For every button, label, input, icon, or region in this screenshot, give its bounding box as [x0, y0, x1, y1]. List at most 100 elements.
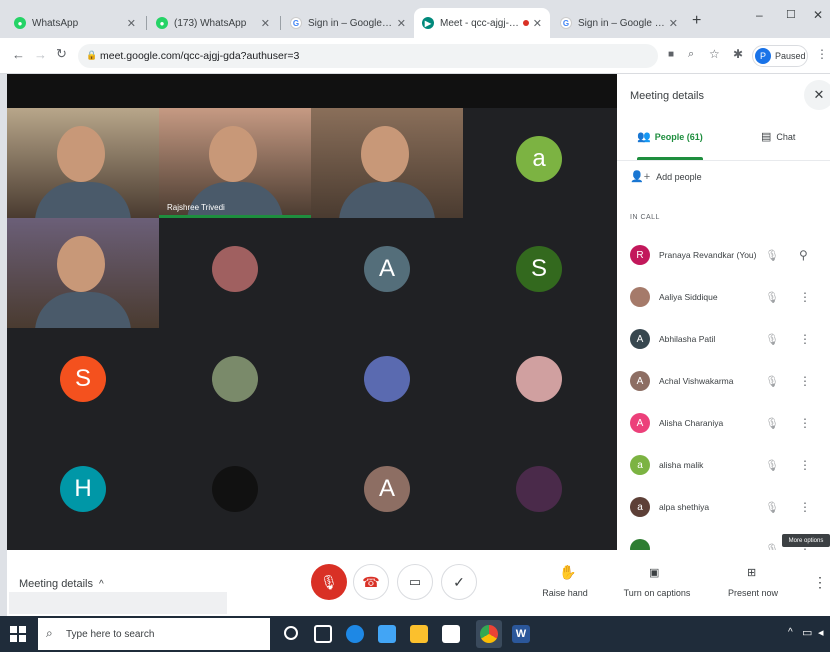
raise-hand-label[interactable]: Raise hand — [533, 588, 597, 598]
bookmark-star-icon[interactable]: ☆ — [709, 47, 720, 61]
close-icon[interactable]: ✕ — [669, 17, 678, 30]
check-button[interactable]: ✓ — [441, 564, 477, 600]
edge-icon[interactable] — [346, 625, 364, 643]
participant-row[interactable]: R Pranaya Revandkar (You) 🎙 ⚲ — [617, 234, 830, 276]
participant-row[interactable]: a alpa shethiya 🎙 ⋮ — [617, 486, 830, 528]
mic-off-button[interactable]: 🎙 — [311, 564, 347, 600]
file-explorer-icon[interactable] — [410, 625, 428, 643]
tab-whatsapp[interactable]: ● WhatsApp ✕ — [6, 8, 144, 38]
participant-tile[interactable] — [159, 328, 311, 438]
participant-row[interactable]: a alisha malik 🎙 ⋮ — [617, 444, 830, 486]
more-options-icon[interactable]: ⋮ — [813, 574, 827, 591]
avatar: A — [630, 329, 650, 349]
close-icon[interactable]: ✕ — [533, 17, 542, 30]
participant-tile[interactable]: a — [463, 108, 615, 218]
add-people-button[interactable]: 👤+ Add people — [630, 170, 702, 183]
store-icon[interactable] — [442, 625, 460, 643]
captions-label[interactable]: Turn on captions — [619, 588, 695, 598]
avatar: a — [630, 497, 650, 517]
participant-name: Aaliya Siddique — [659, 292, 718, 302]
more-options-icon[interactable]: ⋮ — [799, 416, 811, 430]
participant-row[interactable]: A Abhilasha Patil 🎙 ⋮ — [617, 318, 830, 360]
participant-tile[interactable]: Rajshree Trivedi — [159, 108, 311, 218]
participant-tile[interactable] — [7, 108, 159, 218]
tab-divider — [280, 16, 281, 30]
participant-tile[interactable] — [159, 218, 311, 328]
new-tab-button[interactable]: + — [692, 12, 701, 30]
extensions-icon[interactable]: ✱ — [733, 47, 743, 61]
address-bar[interactable]: 🔒 meet.google.com/qcc-ajgj-gda?authuser=… — [78, 44, 658, 68]
close-icon[interactable]: ✕ — [127, 17, 136, 30]
participant-name: Achal Vishwakarma — [659, 376, 734, 386]
task-view-icon[interactable] — [314, 625, 332, 643]
tab-meet[interactable]: ▶ Meet - qcc-ajgj-gda ✕ — [414, 8, 550, 38]
more-options-icon[interactable]: ⋮ — [799, 290, 811, 304]
close-panel-button[interactable]: ✕ — [804, 80, 830, 110]
present-icon[interactable]: ⊞ — [747, 566, 756, 579]
participant-name: alpa shethiya — [659, 502, 710, 512]
participant-tile[interactable] — [311, 328, 463, 438]
more-options-icon[interactable]: ⋮ — [799, 458, 811, 472]
profile-button[interactable]: P Paused — [752, 45, 808, 67]
participant-video-body — [339, 182, 435, 218]
raise-hand-icon[interactable]: ✋ — [559, 564, 576, 581]
participant-tile[interactable]: S — [7, 328, 159, 438]
participant-avatar: H — [60, 466, 106, 512]
window-close-button[interactable]: ✕ — [813, 8, 823, 22]
mail-icon[interactable] — [378, 625, 396, 643]
participant-row[interactable]: A Alisha Charaniya 🎙 ⋮ — [617, 402, 830, 444]
tab-chat[interactable]: ▤ Chat — [761, 130, 795, 143]
pin-icon[interactable]: ⚲ — [799, 248, 808, 262]
forward-arrow-icon[interactable]: → — [34, 47, 47, 62]
meeting-details-button[interactable]: Meeting details ^ — [19, 578, 104, 590]
back-arrow-icon[interactable]: ← — [12, 47, 25, 62]
close-icon[interactable]: ✕ — [397, 17, 406, 30]
minimize-button[interactable]: – — [756, 8, 763, 22]
camera-button[interactable]: ▭ — [397, 564, 433, 600]
word-icon[interactable]: W — [512, 625, 530, 643]
network-icon[interactable]: ▭ — [802, 626, 812, 639]
participant-tile[interactable]: A — [311, 218, 463, 328]
participant-row[interactable]: Aaliya Siddique 🎙 ⋮ — [617, 276, 830, 318]
captions-icon[interactable]: ▣ — [649, 566, 659, 579]
tab-label: Sign in – Google accounts — [308, 17, 393, 29]
participant-tile[interactable]: S — [463, 218, 615, 328]
participant-tile[interactable] — [463, 438, 615, 548]
tab-google-signin[interactable]: G Sign in – Google accounts ✕ — [282, 8, 414, 38]
participant-video — [57, 126, 105, 182]
participant-tile[interactable] — [311, 108, 463, 218]
tab-whatsapp-173[interactable]: ● (173) WhatsApp ✕ — [148, 8, 278, 38]
windows-start-icon[interactable] — [10, 626, 26, 642]
camera-icon[interactable]: ■ — [668, 49, 674, 60]
tab-google-signin-2[interactable]: G Sign in – Google accounts ✕ — [552, 8, 686, 38]
chevron-up-icon: ^ — [99, 578, 104, 590]
zoom-icon[interactable]: ⌕ — [688, 48, 694, 61]
more-options-icon[interactable]: ⋮ — [799, 374, 811, 388]
volume-icon[interactable]: ◂ — [818, 626, 824, 639]
participant-avatar: A — [364, 466, 410, 512]
taskbar-search[interactable]: ⌕ Type here to search — [38, 618, 270, 650]
blurred-overlay — [9, 592, 227, 614]
leave-call-button[interactable]: ☎ — [353, 564, 389, 600]
mic-off-icon: 🎙 — [765, 417, 779, 430]
close-icon[interactable]: ✕ — [261, 17, 270, 30]
participant-tile[interactable]: A — [311, 438, 463, 548]
participant-tile[interactable] — [463, 328, 615, 438]
more-options-icon[interactable]: ⋮ — [799, 500, 811, 514]
maximize-button[interactable]: ☐ — [786, 8, 796, 21]
participant-video-body — [35, 292, 131, 328]
menu-dots-icon[interactable]: ⋮ — [816, 47, 828, 61]
participant-row[interactable]: A Achal Vishwakarma 🎙 ⋮ — [617, 360, 830, 402]
participant-tile[interactable]: H — [7, 438, 159, 548]
chevron-up-icon[interactable]: ^ — [788, 627, 793, 638]
chrome-taskbar-button[interactable] — [476, 620, 502, 648]
present-label[interactable]: Present now — [723, 588, 783, 598]
reload-icon[interactable]: ↻ — [56, 46, 67, 62]
tab-people[interactable]: 👥 People (61) — [637, 130, 703, 143]
participant-video-body — [187, 182, 283, 218]
more-options-icon[interactable]: ⋮ — [799, 332, 811, 346]
cortana-icon[interactable] — [284, 626, 298, 640]
google-icon: G — [560, 17, 572, 29]
participant-tile[interactable] — [159, 438, 311, 548]
participant-tile[interactable] — [7, 218, 159, 328]
